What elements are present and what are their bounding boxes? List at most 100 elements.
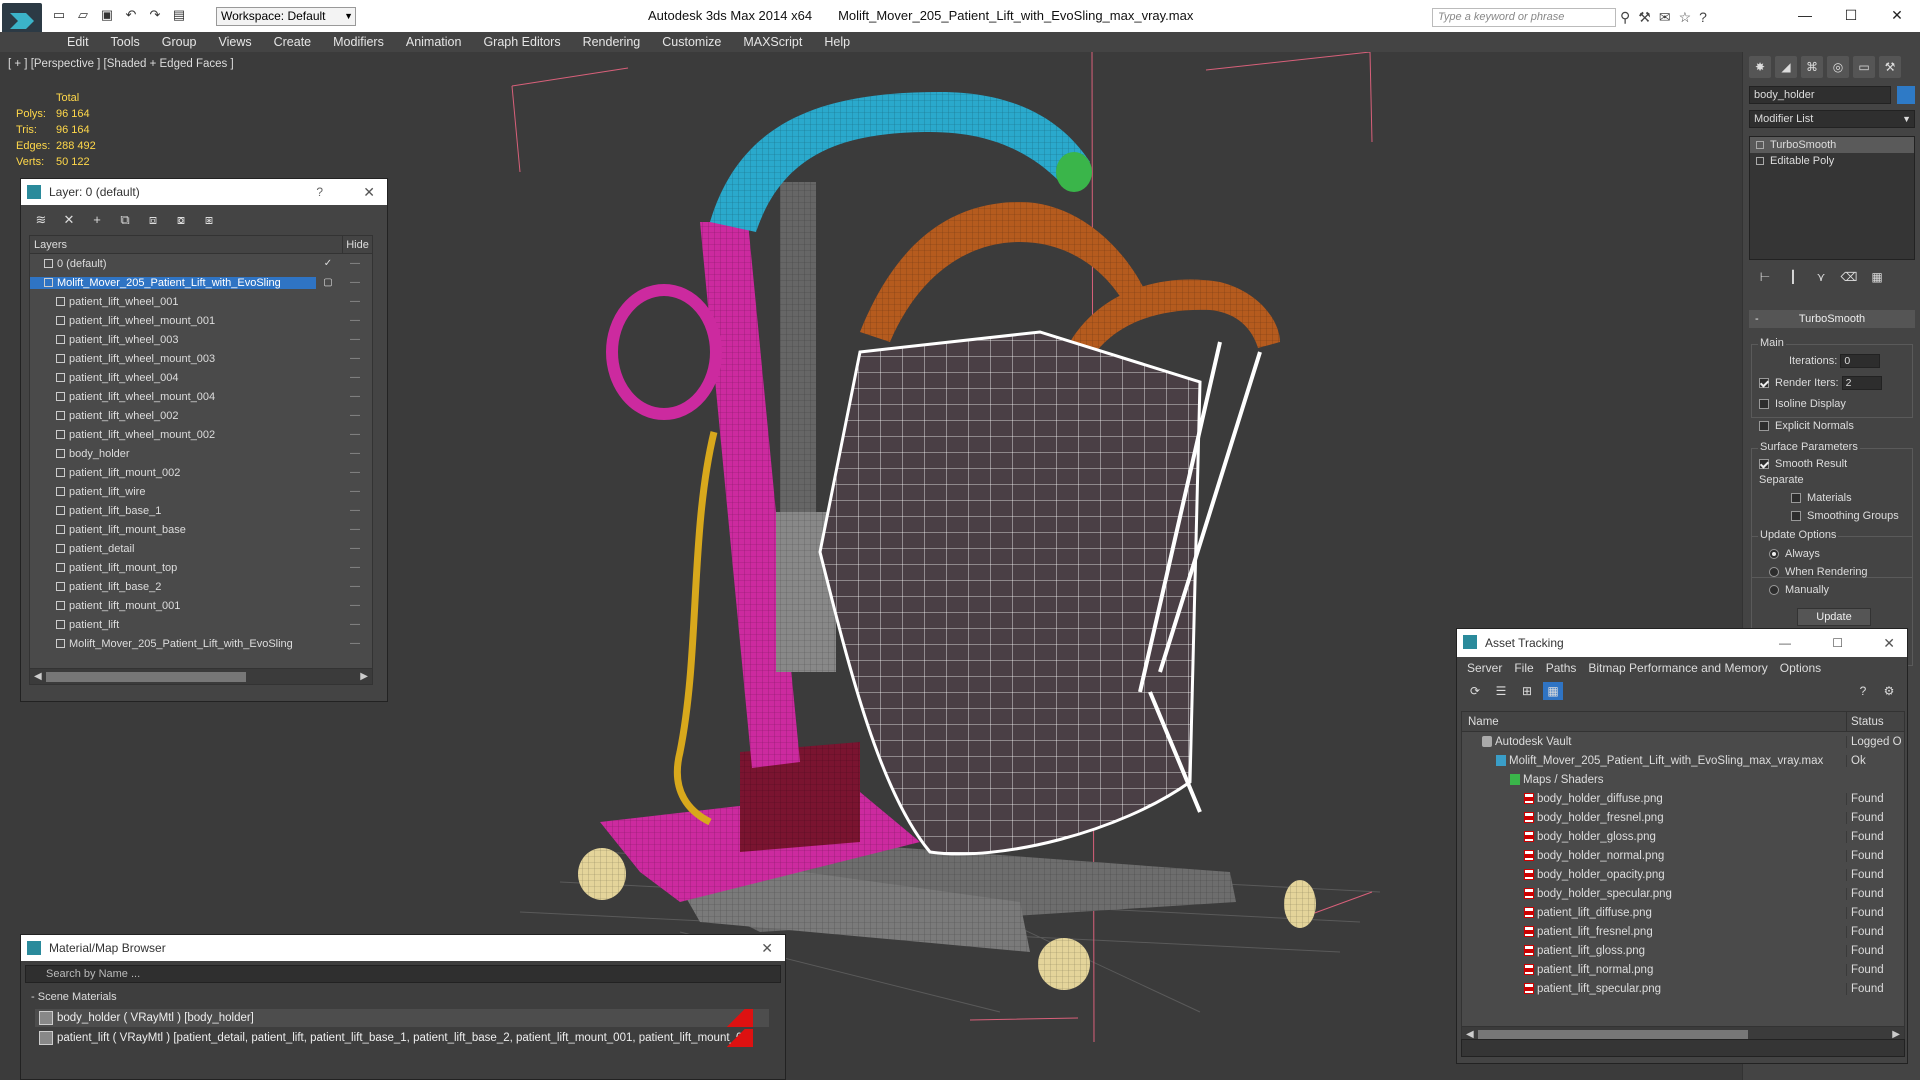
explicit-normals-checkbox[interactable] bbox=[1759, 421, 1769, 432]
menu-views[interactable]: Views bbox=[207, 32, 262, 52]
turbosmooth-rollout-header[interactable]: - TurboSmooth bbox=[1749, 310, 1915, 328]
asset-row[interactable]: patient_lift_normal.png Found bbox=[1462, 960, 1904, 979]
material-row[interactable]: patient_lift ( VRayMtl ) [patient_detail… bbox=[35, 1029, 769, 1047]
menu-file[interactable]: File bbox=[1508, 657, 1539, 679]
asset-row[interactable]: body_holder_fresnel.png Found bbox=[1462, 808, 1904, 827]
asset-row[interactable]: body_holder_normal.png Found bbox=[1462, 846, 1904, 865]
layer-name-cell[interactable]: patient_lift_base_1 bbox=[30, 505, 316, 517]
asset-name-cell[interactable]: Maps / Shaders bbox=[1462, 774, 1846, 786]
hide-toggle-icon[interactable]: — bbox=[340, 600, 370, 611]
asset-name-cell[interactable]: body_holder_specular.png bbox=[1462, 888, 1846, 900]
asset-name-cell[interactable]: patient_lift_gloss.png bbox=[1462, 945, 1846, 957]
configure-sets-icon[interactable]: ▦ bbox=[1867, 268, 1887, 286]
create-tab-icon[interactable]: ✸ bbox=[1749, 56, 1771, 78]
viewport-label[interactable]: [ + ] [Perspective ] [Shaded + Edged Fac… bbox=[8, 58, 234, 70]
maximize-icon[interactable]: ☐ bbox=[1832, 629, 1843, 657]
close-icon[interactable]: ✕ bbox=[363, 179, 375, 205]
asset-row[interactable]: body_holder_opacity.png Found bbox=[1462, 865, 1904, 884]
layer-row[interactable]: patient_lift_base_1 — bbox=[30, 501, 372, 520]
asset-row[interactable]: Autodesk Vault Logged O bbox=[1462, 732, 1904, 751]
layer-row[interactable]: patient_lift_mount_top — bbox=[30, 558, 372, 577]
hide-toggle-icon[interactable]: — bbox=[340, 334, 370, 345]
current-layer-flag[interactable]: ✓ bbox=[316, 258, 340, 269]
favorites-star-icon[interactable]: ☆ bbox=[1679, 9, 1692, 26]
settings-icon[interactable]: ⚙ bbox=[1879, 682, 1899, 700]
hide-toggle-icon[interactable]: — bbox=[340, 619, 370, 630]
hide-column-header[interactable]: Hide bbox=[342, 236, 372, 253]
menu-tools[interactable]: Tools bbox=[100, 32, 151, 52]
delete-layer-icon[interactable]: ✕ bbox=[59, 211, 79, 229]
material-row[interactable]: body_holder ( VRayMtl ) [body_holder] bbox=[35, 1009, 769, 1027]
hide-toggle-icon[interactable]: — bbox=[340, 524, 370, 535]
asset-row[interactable]: patient_lift_specular.png Found bbox=[1462, 979, 1904, 998]
object-name-field[interactable]: body_holder bbox=[1749, 86, 1891, 104]
menu-animation[interactable]: Animation bbox=[395, 32, 473, 52]
scene-materials-section[interactable]: - Scene Materials bbox=[31, 991, 117, 1003]
lightbulb-icon[interactable] bbox=[1756, 141, 1764, 149]
asset-name-cell[interactable]: body_holder_fresnel.png bbox=[1462, 812, 1846, 824]
remove-modifier-icon[interactable]: ⌫ bbox=[1839, 268, 1859, 286]
layer-name-cell[interactable]: patient_lift_wheel_001 bbox=[30, 296, 316, 308]
communication-icon[interactable]: ✉ bbox=[1659, 9, 1671, 26]
layer-name-cell[interactable]: body_holder bbox=[30, 448, 316, 460]
tree-view-icon[interactable]: ⊞ bbox=[1517, 682, 1537, 700]
layer-row[interactable]: Molift_Mover_205_Patient_Lift_with_EvoSl… bbox=[30, 634, 372, 653]
utilities-tab-icon[interactable]: ⚒ bbox=[1879, 56, 1901, 78]
layer-row[interactable]: 0 (default) ✓ — bbox=[30, 254, 372, 273]
layer-name-cell[interactable]: patient_lift_wire bbox=[30, 486, 316, 498]
list-view-icon[interactable]: ☰ bbox=[1491, 682, 1511, 700]
object-color-swatch[interactable] bbox=[1897, 86, 1915, 104]
hide-toggle-icon[interactable]: — bbox=[340, 277, 370, 288]
layer-row[interactable]: patient_lift_wheel_mount_003 — bbox=[30, 349, 372, 368]
asset-row[interactable]: Molift_Mover_205_Patient_Lift_with_EvoSl… bbox=[1462, 751, 1904, 770]
vault-help-icon[interactable]: ? bbox=[1853, 682, 1873, 700]
project-folder-icon[interactable]: ▤ bbox=[170, 7, 188, 23]
scroll-right-icon[interactable]: ▶ bbox=[360, 669, 368, 685]
asset-name-cell[interactable]: patient_lift_fresnel.png bbox=[1462, 926, 1846, 938]
layer-name-cell[interactable]: patient_lift bbox=[30, 619, 316, 631]
asset-name-cell[interactable]: body_holder_normal.png bbox=[1462, 850, 1846, 862]
dialog-title-bar[interactable]: Layer: 0 (default) ? ✕ bbox=[21, 179, 387, 205]
manually-radio[interactable] bbox=[1769, 585, 1779, 596]
asset-name-cell[interactable]: patient_lift_specular.png bbox=[1462, 983, 1846, 995]
layer-name-cell[interactable]: patient_lift_wheel_002 bbox=[30, 410, 316, 422]
hide-toggle-icon[interactable]: — bbox=[340, 315, 370, 326]
layer-row[interactable]: patient_lift_wheel_003 — bbox=[30, 330, 372, 349]
layer-row[interactable]: patient_lift_mount_002 — bbox=[30, 463, 372, 482]
subscription-icon[interactable]: ⚒ bbox=[1638, 9, 1651, 26]
menu-group[interactable]: Group bbox=[151, 32, 208, 52]
layer-row[interactable]: patient_lift_wheel_mount_004 — bbox=[30, 387, 372, 406]
close-icon[interactable]: ✕ bbox=[1874, 0, 1920, 30]
menu-graph-editors[interactable]: Graph Editors bbox=[472, 32, 571, 52]
select-objects-icon[interactable]: ⧈ bbox=[143, 211, 163, 229]
asset-name-cell[interactable]: patient_lift_normal.png bbox=[1462, 964, 1846, 976]
open-file-icon[interactable]: ▱ bbox=[74, 7, 92, 23]
layer-name-cell[interactable]: patient_lift_base_2 bbox=[30, 581, 316, 593]
layer-name-cell[interactable]: patient_lift_wheel_mount_003 bbox=[30, 353, 316, 365]
motion-tab-icon[interactable]: ◎ bbox=[1827, 56, 1849, 78]
asset-row[interactable]: body_holder_gloss.png Found bbox=[1462, 827, 1904, 846]
layer-row[interactable]: body_holder — bbox=[30, 444, 372, 463]
layer-row[interactable]: patient_lift_wheel_002 — bbox=[30, 406, 372, 425]
menu-edit[interactable]: Edit bbox=[56, 32, 100, 52]
render-iters-spinner[interactable]: 2 bbox=[1841, 376, 1882, 390]
help-icon[interactable]: ? bbox=[1699, 9, 1707, 26]
menu-server[interactable]: Server bbox=[1461, 657, 1508, 679]
layer-name-cell[interactable]: patient_lift_wheel_mount_002 bbox=[30, 429, 316, 441]
horizontal-scrollbar[interactable]: ◀ ▶ bbox=[30, 668, 372, 684]
layer-row[interactable]: patient_lift_mount_001 — bbox=[30, 596, 372, 615]
hide-toggle-icon[interactable]: — bbox=[340, 467, 370, 478]
hide-toggle-icon[interactable]: — bbox=[340, 448, 370, 459]
asset-row[interactable]: patient_lift_diffuse.png Found bbox=[1462, 903, 1904, 922]
hide-toggle-icon[interactable]: — bbox=[340, 410, 370, 421]
hide-toggle-icon[interactable]: — bbox=[340, 391, 370, 402]
menu-maxscript[interactable]: MAXScript bbox=[732, 32, 813, 52]
display-tab-icon[interactable]: ▭ bbox=[1853, 56, 1875, 78]
layer-name-cell[interactable]: patient_lift_mount_base bbox=[30, 524, 316, 536]
when-rendering-radio[interactable] bbox=[1769, 567, 1779, 578]
stack-item-turbosmooth[interactable]: TurboSmooth bbox=[1750, 137, 1914, 153]
pin-stack-icon[interactable]: ⊢ bbox=[1755, 268, 1775, 286]
menu-paths[interactable]: Paths bbox=[1540, 657, 1583, 679]
asset-name-cell[interactable]: body_holder_diffuse.png bbox=[1462, 793, 1846, 805]
current-layer-flag[interactable]: ▢ bbox=[316, 277, 340, 288]
